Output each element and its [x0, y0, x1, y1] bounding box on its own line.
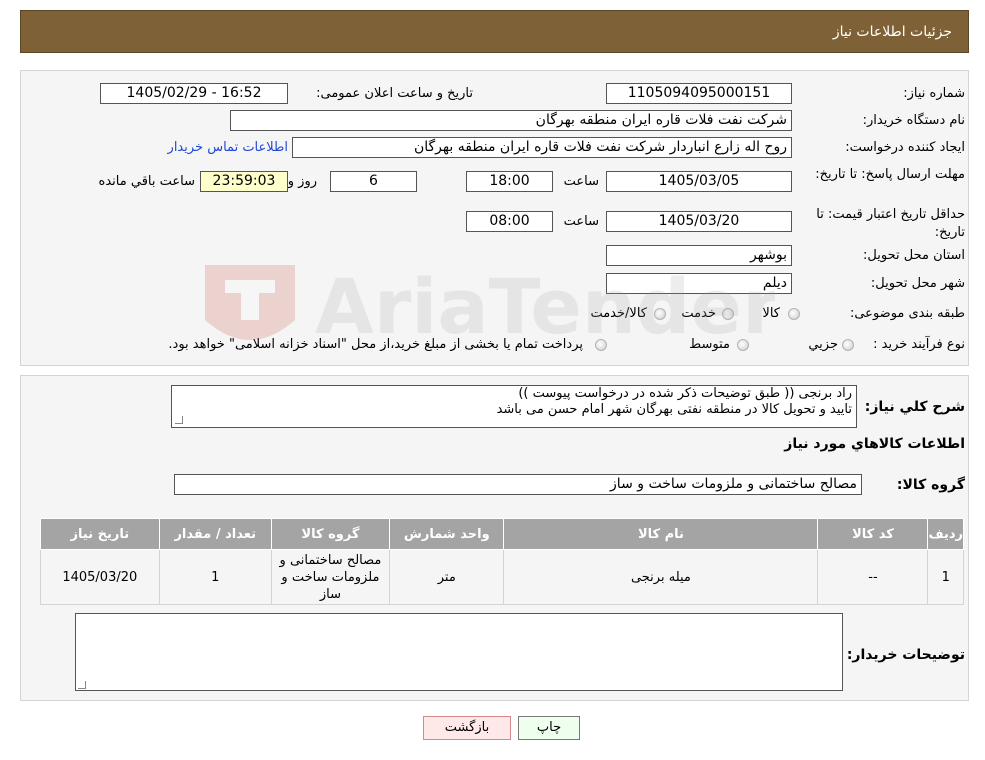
description-line-2: تایید و تحویل کالا در منطقه نفتی بهرگان … [496, 402, 852, 417]
process-option-partial: جزیي [808, 337, 838, 352]
process-radio-treasury[interactable] [595, 339, 607, 351]
description-line-1: راد برنجی (( طبق توضیحات ذکر شده در درخو… [518, 386, 852, 401]
validity-date-field[interactable]: 1405/03/20 [606, 211, 792, 232]
process-option-medium: متوسط [689, 337, 730, 352]
resize-handle-icon[interactable] [175, 416, 183, 424]
days-field[interactable]: 6 [330, 171, 417, 192]
buyer-contact-link[interactable]: اطلاعات تماس خریدار [168, 140, 288, 155]
col-quantity: تعداد / مقدار [158, 518, 272, 550]
page-title: جزئیات اطلاعات نیاز [832, 24, 952, 40]
goods-table: ردیف کد کالا نام کالا واحد شمارش گروه کا… [40, 518, 964, 605]
print-button[interactable]: چاپ [518, 716, 580, 740]
cell-group: مصالح ساختمانی و ملزومات ساخت و ساز [270, 549, 391, 605]
buyer-org-label: نام دستگاه خریدار: [862, 113, 965, 128]
cell-code: -- [817, 549, 929, 605]
goods-table-header: ردیف کد کالا نام کالا واحد شمارش گروه کا… [40, 518, 964, 550]
deadline-time-field[interactable]: 18:00 [466, 171, 553, 192]
col-group: گروه کالا [270, 518, 391, 550]
cell-need-date: 1405/03/20 [40, 549, 160, 605]
announce-date-field[interactable]: 1405/02/29 - 16:52 [100, 83, 288, 104]
creator-field[interactable]: روح اله زارع انباردار شرکت نفت فلات قاره… [292, 137, 792, 158]
validity-time-field[interactable]: 08:00 [466, 211, 553, 232]
buyer-org-field[interactable]: شرکت نفت فلات قاره ایران منطقه بهرگان [230, 110, 792, 131]
goods-group-label: گروه کالا: [896, 477, 965, 493]
remaining-label: ساعت باقي مانده [98, 174, 195, 189]
category-option-goods-service: کالا/خدمت [590, 306, 647, 321]
category-radio-goods-service[interactable] [654, 308, 666, 320]
validity-time-label: ساعت [563, 214, 599, 229]
process-radio-partial[interactable] [842, 339, 854, 351]
back-button[interactable]: بازگشت [423, 716, 511, 740]
col-row: ردیف [927, 518, 964, 550]
cell-name: میله برنجی [503, 549, 819, 605]
cell-quantity: 1 [158, 549, 272, 605]
page-header: جزئیات اطلاعات نیاز [20, 10, 969, 53]
deadline-date-field[interactable]: 1405/03/05 [606, 171, 792, 192]
process-note: پرداخت تمام یا بخشی از مبلغ خرید،از محل … [168, 337, 583, 352]
province-label: استان محل تحویل: [863, 248, 965, 263]
days-label: روز و [287, 174, 317, 189]
goods-section-title: اطلاعات کالاهاي مورد نياز [784, 436, 965, 452]
process-label: نوع فرآیند خرید : [873, 337, 965, 352]
remaining-time-field[interactable]: 23:59:03 [200, 171, 288, 192]
validity-label: حداقل تاریخ اعتبار قیمت: تا تاریخ: [816, 207, 965, 240]
col-unit: واحد شمارش [389, 518, 505, 550]
category-radio-goods[interactable] [788, 308, 800, 320]
category-option-goods: کالا [762, 306, 780, 321]
buyer-notes-textarea[interactable] [75, 613, 843, 691]
province-field[interactable]: بوشهر [606, 245, 792, 266]
table-row: 1 -- میله برنجی متر مصالح ساختمانی و ملز… [40, 549, 964, 605]
creator-label: ایجاد کننده درخواست: [845, 140, 965, 155]
category-radio-service[interactable] [722, 308, 734, 320]
col-name: نام کالا [503, 518, 819, 550]
category-label: طبقه بندی موضوعی: [849, 306, 965, 321]
col-need-date: تاریخ نیاز [40, 518, 160, 550]
city-field[interactable]: دیلم [606, 273, 792, 294]
description-label: شرح کلي نياز: [864, 399, 965, 415]
category-option-service: خدمت [681, 306, 716, 321]
cell-unit: متر [389, 549, 505, 605]
buyer-notes-label: توضیحات خریدار: [846, 647, 965, 663]
need-number-field[interactable]: 1105094095000151 [606, 83, 792, 104]
deadline-time-label: ساعت [563, 174, 599, 189]
city-label: شهر محل تحویل: [870, 276, 965, 291]
process-radio-medium[interactable] [737, 339, 749, 351]
col-code: کد کالا [817, 518, 929, 550]
description-textarea[interactable]: راد برنجی (( طبق توضیحات ذکر شده در درخو… [171, 385, 857, 428]
announce-label: تاریخ و ساعت اعلان عمومی: [316, 86, 473, 101]
goods-group-field[interactable]: مصالح ساختمانی و ملزومات ساخت و ساز [174, 474, 862, 495]
cell-row: 1 [927, 549, 964, 605]
resize-handle-icon[interactable] [78, 681, 86, 689]
deadline-label: مهلت ارسال پاسخ: تا تاریخ: [815, 167, 965, 182]
need-number-label: شماره نیاز: [903, 86, 965, 101]
